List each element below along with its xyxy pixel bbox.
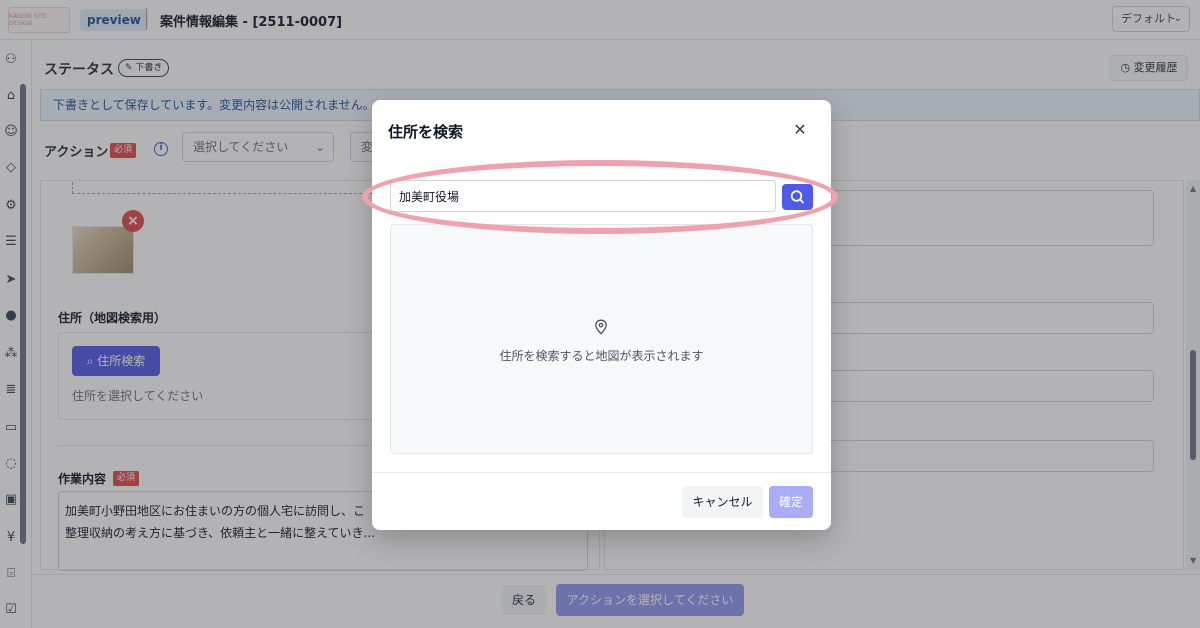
- map-placeholder: [390, 224, 813, 454]
- cancel-button[interactable]: キャンセル: [682, 486, 763, 518]
- map-empty-message: 住所を検索すると地図が表示されます: [499, 349, 704, 363]
- dialog-title: 住所を検索: [388, 123, 464, 141]
- highlight-annotation: [362, 160, 838, 234]
- map-pin-icon: [595, 319, 607, 335]
- confirm-button[interactable]: 確定: [769, 486, 813, 518]
- close-icon[interactable]: ✕: [790, 120, 810, 140]
- divider: [372, 472, 831, 473]
